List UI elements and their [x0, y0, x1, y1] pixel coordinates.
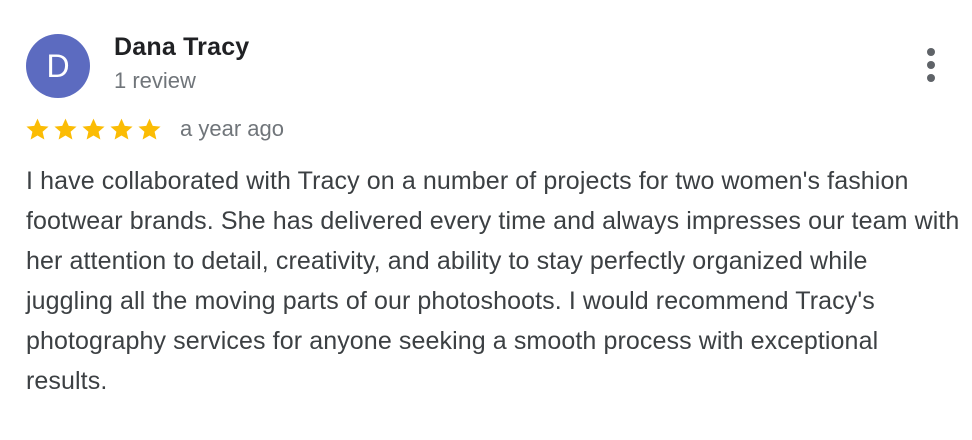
review-card: D Dana Tracy 1 review a year ago I have … [0, 0, 972, 440]
reviewer-name[interactable]: Dana Tracy [114, 33, 249, 62]
star-rating [25, 117, 162, 142]
review-timestamp: a year ago [180, 116, 284, 141]
star-icon [54, 118, 77, 139]
star-icon [138, 118, 161, 139]
avatar-letter: D [46, 47, 70, 84]
more-options-button[interactable] [914, 44, 948, 86]
more-vert-icon [927, 48, 935, 56]
star-icon [82, 118, 105, 139]
star-icon [110, 118, 133, 139]
review-count: 1 review [114, 68, 196, 93]
rating-row: a year ago [25, 116, 284, 142]
more-vert-icon-dot [927, 61, 935, 69]
review-text: I have collaborated with Tracy on a numb… [26, 167, 960, 395]
more-vert-icon-dot [927, 74, 935, 82]
avatar[interactable]: D [26, 34, 90, 98]
star-icon [26, 118, 49, 139]
